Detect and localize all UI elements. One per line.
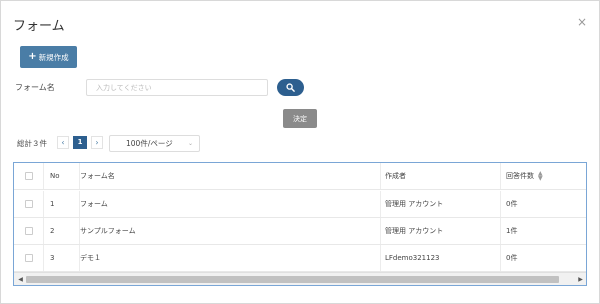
per-page-select[interactable]: 100件/ページ ⌄ <box>109 135 200 152</box>
dialog-title: フォーム <box>13 19 65 34</box>
row-form-name: サンプルフォーム <box>80 218 381 244</box>
row-checkbox[interactable] <box>24 227 33 235</box>
column-header-form-name[interactable]: フォーム名 <box>80 163 381 189</box>
form-dialog: フォーム × + 新規作成 フォーム名 決定 総計３件 ‹ 1 › 100件/ペ… <box>0 0 600 304</box>
row-answer-count: 0件 <box>506 254 518 262</box>
row-checkbox[interactable] <box>24 254 33 262</box>
column-header-author[interactable]: 作成者 <box>381 163 501 189</box>
new-form-button[interactable]: + 新規作成 <box>20 46 77 68</box>
row-no: 2 <box>44 218 80 244</box>
search-button[interactable] <box>277 79 304 96</box>
table-header: No フォーム名 作成者 回答件数 ▲ ▼ <box>14 163 586 190</box>
column-header-answer-count-label: 回答件数 <box>506 172 534 180</box>
scroll-right-icon[interactable]: ▶ <box>576 275 585 284</box>
chevron-left-icon: ‹ <box>61 138 65 147</box>
plus-icon: + <box>28 51 37 62</box>
form-name-input[interactable] <box>86 79 268 96</box>
form-name-label: フォーム名 <box>15 83 55 92</box>
ok-button[interactable]: 決定 <box>283 109 317 128</box>
next-page-button[interactable]: › <box>91 136 103 149</box>
scroll-left-icon[interactable]: ◀ <box>16 275 25 284</box>
total-count: 総計３件 <box>17 139 47 148</box>
row-no: 3 <box>44 245 80 271</box>
table-row[interactable]: 3 デモ１ LFdemo321123 0件 <box>14 245 586 272</box>
row-answer-count: 1件 <box>506 227 518 235</box>
row-form-name: フォーム <box>80 191 381 217</box>
form-table: No フォーム名 作成者 回答件数 ▲ ▼ 1 フォーム 管理用 アカウント 0件… <box>13 162 587 286</box>
header-select-all-cell <box>14 163 44 189</box>
prev-page-button[interactable]: ‹ <box>57 136 69 149</box>
column-header-no[interactable]: No <box>44 163 80 189</box>
select-all-checkbox[interactable] <box>24 172 33 180</box>
row-answer-count: 0件 <box>506 200 518 208</box>
row-checkbox[interactable] <box>24 200 33 208</box>
search-icon <box>286 83 295 92</box>
per-page-value: 100件/ページ <box>126 139 173 148</box>
column-header-answer-count[interactable]: 回答件数 ▲ ▼ <box>501 163 586 189</box>
current-page[interactable]: 1 <box>73 136 87 149</box>
row-form-name: デモ１ <box>80 245 381 271</box>
table-row[interactable]: 2 サンプルフォーム 管理用 アカウント 1件 <box>14 218 586 245</box>
row-author: LFdemo321123 <box>381 245 501 271</box>
chevron-right-icon: › <box>95 138 99 147</box>
row-author: 管理用 アカウント <box>381 218 501 244</box>
sort-icon[interactable]: ▲ ▼ <box>538 171 543 182</box>
chevron-down-icon: ⌄ <box>188 140 194 147</box>
row-select-cell <box>14 245 44 271</box>
row-author: 管理用 アカウント <box>381 191 501 217</box>
table-row[interactable]: 1 フォーム 管理用 アカウント 0件 <box>14 191 586 218</box>
new-form-button-label: 新規作成 <box>38 52 69 62</box>
row-no: 1 <box>44 191 80 217</box>
close-icon[interactable]: × <box>576 16 588 28</box>
row-select-cell <box>14 218 44 244</box>
horizontal-scrollbar[interactable]: ◀ ▶ <box>14 272 586 285</box>
row-select-cell <box>14 191 44 217</box>
scrollbar-thumb[interactable] <box>26 276 559 283</box>
